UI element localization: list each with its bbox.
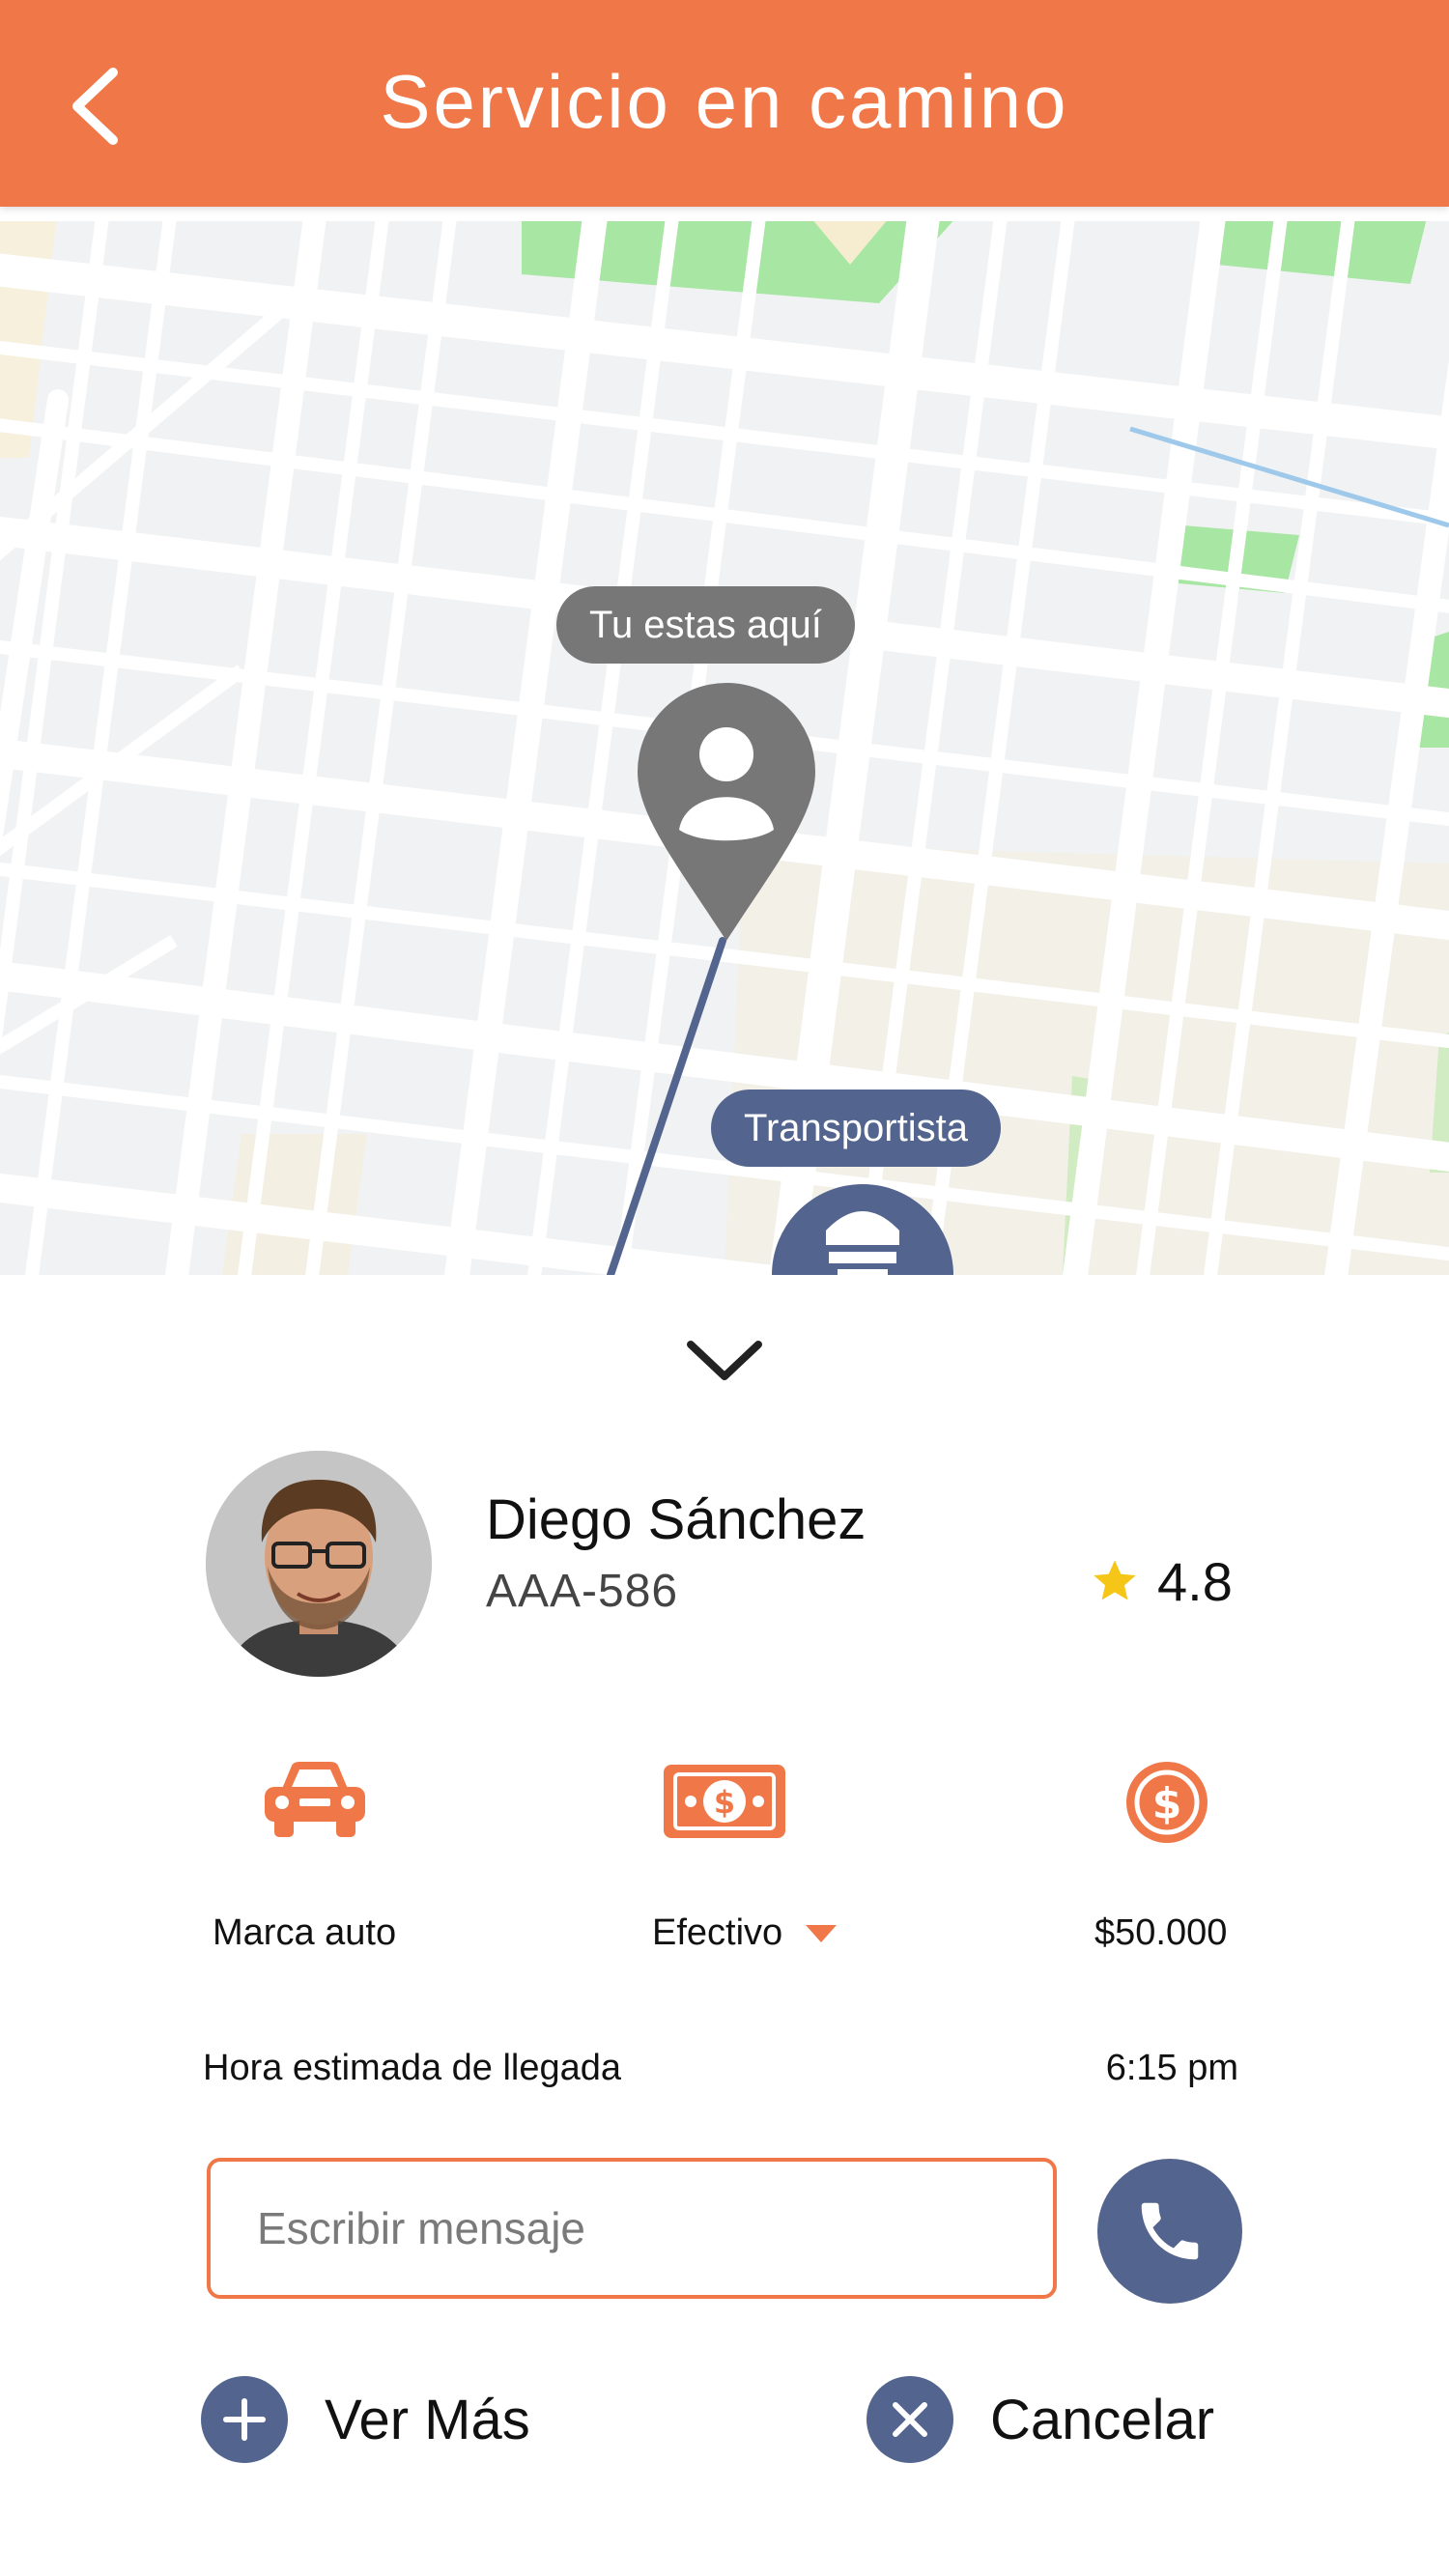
close-circle-icon: [867, 2376, 953, 2463]
message-input[interactable]: [207, 2158, 1057, 2299]
eta-value: 6:15 pm: [1105, 2048, 1238, 2088]
driver-rating: 4.8: [1090, 1547, 1233, 1615]
app-header: Servicio en camino: [0, 0, 1449, 207]
see-more-label: Ver Más: [325, 2388, 530, 2451]
plus-circle-icon: [201, 2376, 288, 2463]
eta-label: Hora estimada de llegada: [203, 2048, 622, 2088]
payment-method-selector[interactable]: Efectivo: [652, 1912, 838, 1954]
map-view[interactable]: Tu estas aquí Transportista: [0, 207, 1449, 1275]
page-title: Servicio en camino: [380, 59, 1069, 144]
rating-value: 4.8: [1157, 1550, 1233, 1612]
driver-name: Diego Sánchez: [486, 1488, 867, 1551]
see-more-button[interactable]: Ver Más: [201, 2371, 530, 2468]
cancel-label: Cancelar: [990, 2388, 1215, 2451]
collapse-panel-button[interactable]: [681, 1333, 768, 1391]
vehicle-plate: AAA-586: [486, 1566, 679, 1617]
star-icon: [1094, 1560, 1136, 1600]
cash-icon: $: [662, 1763, 787, 1845]
svg-text:$: $: [714, 1784, 735, 1821]
trip-details-panel: Diego Sánchez AAA-586 4.8 Marca auto $ E…: [0, 1275, 1449, 2576]
car-brand-label: Marca auto: [213, 1912, 397, 1953]
svg-text:$: $: [1152, 1779, 1182, 1828]
driver-pin-label: Transportista: [711, 1090, 1001, 1167]
price-label: $50.000: [1094, 1912, 1228, 1953]
call-button[interactable]: [1097, 2159, 1242, 2304]
user-pin-label: Tu estas aquí: [556, 586, 855, 664]
cancel-button[interactable]: Cancelar: [867, 2371, 1214, 2468]
price-icon: $: [1122, 1758, 1211, 1852]
payment-method-label: Efectivo: [652, 1912, 783, 1953]
phone-icon: [1141, 2202, 1199, 2260]
car-icon: [261, 1758, 369, 1844]
dropdown-arrow-icon: [806, 1924, 838, 1942]
chevron-down-icon: [687, 1341, 762, 1380]
driver-avatar: [206, 1451, 432, 1677]
